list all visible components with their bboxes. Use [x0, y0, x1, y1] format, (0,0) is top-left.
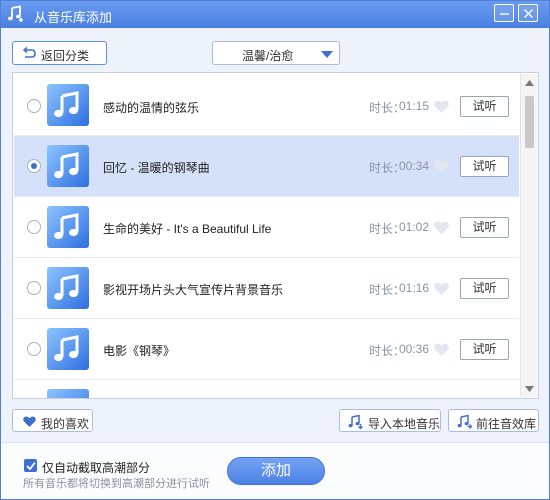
- song-title: 影视开场片头大气宣传片背景音乐: [103, 283, 284, 297]
- music-note-icon: [47, 389, 89, 398]
- library-label: 前往音效库: [476, 417, 537, 431]
- music-note-icon: [47, 328, 89, 370]
- import-local-music-button[interactable]: 导入本地音乐: [339, 409, 441, 432]
- song-title: 回忆 - 温暖的钢琴曲: [103, 161, 210, 175]
- preview-button[interactable]: 试听: [460, 156, 509, 177]
- duration-value: 01:16: [399, 281, 430, 295]
- radio-selected-dot: [31, 163, 37, 169]
- song-row[interactable]: 电影《钢琴》 时长： 00:36 试听: [14, 319, 519, 379]
- auto-clip-label[interactable]: 仅自动截取高潮部分: [42, 459, 150, 476]
- music-note-icon: [47, 145, 89, 187]
- song-radio[interactable]: [27, 342, 41, 356]
- song-radio[interactable]: [27, 220, 41, 234]
- back-to-categories-button[interactable]: 返回分类: [12, 41, 107, 65]
- category-selected-value: 温馨/治愈: [242, 49, 294, 63]
- preview-button[interactable]: 试听: [460, 278, 509, 299]
- song-radio[interactable]: [27, 99, 41, 113]
- song-title: 电影《钢琴》: [103, 344, 176, 358]
- sound-library-icon: [457, 414, 472, 429]
- song-title: 生命的美好 - It's a Beautiful Life: [103, 222, 272, 236]
- duration-value: 01:02: [399, 220, 430, 234]
- window-title: 从音乐库添加: [34, 10, 113, 25]
- song-row-partial[interactable]: [14, 380, 519, 398]
- add-button[interactable]: 添加: [227, 457, 325, 485]
- minimize-button[interactable]: [494, 4, 514, 22]
- close-icon: [524, 9, 533, 18]
- music-note-icon: [47, 267, 89, 309]
- song-row[interactable]: 影视开场片头大气宣传片背景音乐 时长： 01:16 试听: [14, 258, 519, 318]
- go-to-sound-library-button[interactable]: 前往音效库: [448, 409, 539, 432]
- song-radio[interactable]: [27, 159, 41, 173]
- scroll-down-arrow-icon[interactable]: [525, 386, 534, 392]
- duration-value: 00:36: [399, 342, 430, 356]
- scroll-up-arrow-icon[interactable]: [525, 80, 534, 86]
- favorites-label: 我的喜欢: [41, 417, 90, 431]
- heart-icon[interactable]: [434, 282, 449, 295]
- heart-icon[interactable]: [434, 343, 449, 356]
- dialog-footer: 仅自动截取高潮部分 所有音乐都将切换到高潮部分进行试听 添加: [1, 442, 549, 499]
- duration-value: 00:34: [399, 159, 430, 173]
- music-note-icon: [47, 84, 89, 126]
- heart-icon[interactable]: [434, 221, 449, 234]
- title-bar: 从音乐库添加: [1, 1, 549, 28]
- heart-icon: [23, 416, 36, 427]
- song-list: 感动的温情的弦乐 时长： 01:15 试听 回忆 - 温暖的钢琴曲 时长： 00…: [12, 72, 539, 399]
- dropdown-arrow-icon: [321, 51, 333, 58]
- heart-icon[interactable]: [434, 100, 449, 113]
- music-add-icon: [8, 5, 23, 22]
- auto-clip-checkbox[interactable]: [24, 459, 37, 472]
- preview-button[interactable]: 试听: [460, 96, 509, 117]
- song-row[interactable]: 感动的温情的弦乐 时长： 01:15 试听: [14, 75, 519, 135]
- music-library-dialog: 从音乐库添加 返回分类 温馨/治愈 感动的温情的弦乐 时长： 01:15 试听 …: [0, 0, 550, 500]
- preview-button[interactable]: 试听: [460, 339, 509, 360]
- song-row[interactable]: 回忆 - 温暖的钢琴曲 时长： 00:34 试听: [14, 136, 519, 196]
- scroll-thumb[interactable]: [525, 96, 534, 148]
- back-arrow-icon: [22, 47, 36, 58]
- category-dropdown[interactable]: 温馨/治愈: [212, 41, 340, 65]
- minimize-icon: [500, 13, 509, 15]
- auto-clip-hint: 所有音乐都将切换到高潮部分进行试听: [23, 478, 210, 490]
- back-label: 返回分类: [41, 49, 90, 63]
- song-list-scrollbar[interactable]: [520, 74, 537, 397]
- song-radio[interactable]: [27, 281, 41, 295]
- music-import-icon: [348, 414, 363, 429]
- song-title: 感动的温情的弦乐: [103, 101, 200, 115]
- music-note-icon: [47, 206, 89, 248]
- close-button[interactable]: [518, 4, 538, 22]
- import-label: 导入本地音乐: [368, 417, 441, 431]
- duration-value: 01:15: [399, 99, 430, 113]
- checkmark-icon: [26, 461, 36, 471]
- preview-button[interactable]: 试听: [460, 217, 509, 238]
- my-favorites-button[interactable]: 我的喜欢: [12, 409, 93, 432]
- heart-icon[interactable]: [434, 160, 449, 173]
- song-row[interactable]: 生命的美好 - It's a Beautiful Life 时长： 01:02 …: [14, 197, 519, 257]
